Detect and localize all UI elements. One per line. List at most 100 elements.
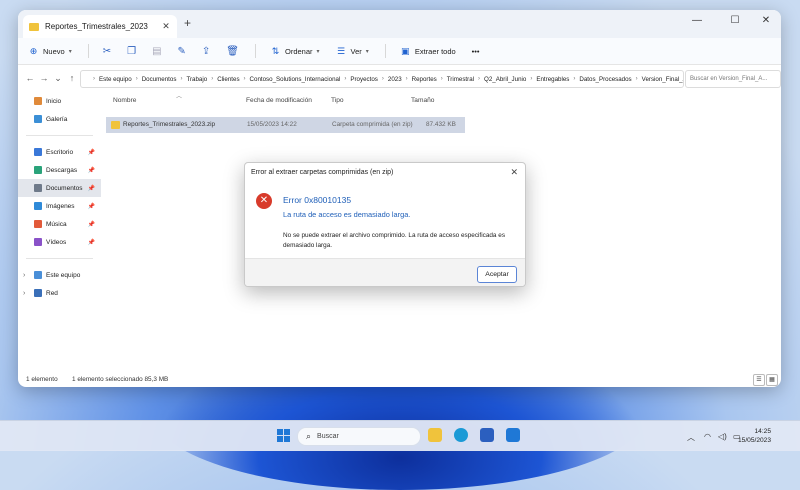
- sidebar-item-galeria[interactable]: Galería: [18, 110, 101, 128]
- breadcrumb-item[interactable]: 2023: [388, 76, 402, 83]
- explorer-tab[interactable]: Reportes_Trimestrales_2023 ✕: [23, 15, 177, 38]
- sidebar-item-imagenes[interactable]: Imágenes 📌: [18, 197, 101, 215]
- sidebar-item-videos[interactable]: Vídeos 📌: [18, 233, 101, 251]
- breadcrumb-separator-icon[interactable]: ›: [382, 76, 384, 82]
- breadcrumb-separator-icon[interactable]: ›: [211, 76, 213, 82]
- sidebar-item-musica[interactable]: Música 📌: [18, 215, 101, 233]
- back-arrow-icon[interactable]: ←: [24, 73, 36, 83]
- breadcrumb-item[interactable]: Proyectos: [350, 76, 378, 83]
- delete-icon[interactable]: 🗑: [226, 46, 239, 57]
- pin-icon: 📌: [87, 239, 95, 246]
- breadcrumb-separator-icon[interactable]: ›: [573, 76, 575, 82]
- forward-arrow-icon[interactable]: →: [38, 73, 50, 83]
- view-label: Ver: [350, 46, 362, 56]
- chevron-right-icon[interactable]: ›: [23, 272, 25, 279]
- clock[interactable]: 14:25 15/05/2023: [738, 427, 771, 445]
- taskbar-search[interactable]: ⌕ Buscar: [297, 427, 421, 446]
- maximize-button[interactable]: ☐: [720, 15, 750, 26]
- column-size[interactable]: Tamaño: [411, 97, 434, 104]
- taskbar: ⌕ Buscar ︿ ◠ ◁) ▭ 14:25 15/05/2023: [0, 420, 800, 451]
- column-name[interactable]: Nombre: [113, 97, 136, 104]
- breadcrumb-item[interactable]: Clientes: [217, 76, 239, 83]
- share-icon[interactable]: ⇪: [202, 46, 210, 57]
- tiles-view-icon[interactable]: ▦: [766, 374, 778, 386]
- cut-icon[interactable]: ✂: [103, 46, 111, 57]
- breadcrumb-item[interactable]: Entregables: [536, 76, 569, 83]
- file-name: Reportes_Trimestrales_2023.zip: [123, 121, 216, 128]
- breadcrumb-separator-icon[interactable]: ›: [180, 76, 182, 82]
- sidebar-divider: [26, 135, 93, 136]
- breadcrumb-separator-icon[interactable]: ›: [406, 76, 408, 82]
- breadcrumb-separator-icon[interactable]: ›: [93, 76, 95, 82]
- dialog-close-icon[interactable]: ✕: [510, 167, 518, 178]
- column-headers: Nombre ︿ Fecha de modificación Tipo Tama…: [106, 92, 766, 110]
- chevron-right-icon[interactable]: ›: [23, 290, 25, 297]
- edge-browser-icon[interactable]: [454, 428, 468, 442]
- recent-chevron-icon[interactable]: ⌄: [52, 73, 64, 84]
- clock-date: 15/05/2023: [738, 437, 772, 444]
- new-button[interactable]: ⊕ Nuevo ▾: [28, 46, 72, 57]
- sidebar-item-label: Este equipo: [46, 271, 81, 279]
- breadcrumb-separator-icon[interactable]: ›: [244, 76, 246, 82]
- pictures-icon: [34, 202, 42, 210]
- rename-icon[interactable]: ✎: [178, 46, 186, 57]
- accept-button[interactable]: Aceptar: [477, 266, 517, 283]
- sidebar-item-este-equipo[interactable]: › Este equipo: [18, 266, 101, 284]
- breadcrumb-item[interactable]: Trimestral: [447, 76, 474, 83]
- volume-icon[interactable]: ◁): [718, 432, 727, 441]
- file-explorer-taskbar-icon[interactable]: [428, 428, 442, 442]
- breadcrumb-item[interactable]: Este equipo: [99, 76, 132, 83]
- breadcrumb-separator-icon[interactable]: ›: [136, 76, 138, 82]
- minimize-button[interactable]: —: [682, 15, 712, 26]
- sort-icon: ⇅: [271, 45, 280, 56]
- wifi-icon[interactable]: ◠: [704, 432, 711, 441]
- more-options-button[interactable]: •••: [472, 47, 480, 56]
- breadcrumb-separator-icon[interactable]: ›: [478, 76, 480, 82]
- command-bar: ⊕ Nuevo ▾ ✂ ❐ ▤ ✎ ⇪ 🗑 ⇅ Ordenar ▾ ☰ Ver …: [18, 38, 781, 65]
- column-modified[interactable]: Fecha de modificación: [246, 97, 312, 104]
- chevron-up-icon[interactable]: ︿: [687, 432, 695, 443]
- breadcrumb-separator-icon[interactable]: ›: [636, 76, 638, 82]
- tab-close-icon[interactable]: ✕: [159, 21, 173, 32]
- file-size: 87.432 KB: [426, 121, 456, 128]
- extract-all-button[interactable]: ▣ Extraer todo: [400, 46, 456, 57]
- sidebar-item-documentos[interactable]: Documentos 📌: [18, 179, 101, 197]
- network-icon: [34, 289, 42, 297]
- details-view-icon[interactable]: ☰: [753, 374, 765, 386]
- up-arrow-icon[interactable]: ↑: [66, 73, 78, 83]
- column-type[interactable]: Tipo: [331, 97, 344, 104]
- sidebar-item-inicio[interactable]: Inicio: [18, 92, 101, 110]
- breadcrumb-item[interactable]: Q2_Abril_Junio: [484, 76, 526, 83]
- zip-folder-icon: [111, 121, 120, 129]
- address-bar[interactable]: › Este equipo › Documentos › Trabajo › Clientes…: [80, 70, 684, 88]
- start-button[interactable]: [277, 429, 290, 442]
- search-input[interactable]: Buscar en Version_Final_A...: [685, 70, 781, 88]
- breadcrumb-item[interactable]: Documentos: [142, 76, 177, 83]
- sidebar-item-label: Escritorio: [46, 148, 74, 156]
- view-button[interactable]: ☰ Ver ▾: [336, 46, 369, 57]
- copy-icon[interactable]: ❐: [127, 46, 136, 57]
- breadcrumb-item[interactable]: Datos_Procesados: [579, 76, 631, 83]
- breadcrumb-item[interactable]: Contoso_Solutions_Internacional: [250, 76, 341, 83]
- search-icon: ⌕: [306, 431, 312, 441]
- file-type: Carpeta comprimida (en zip): [332, 121, 413, 128]
- close-button[interactable]: ✕: [751, 15, 781, 26]
- error-code: Error 0x80010135: [283, 195, 352, 205]
- store-icon[interactable]: [480, 428, 494, 442]
- table-row[interactable]: Reportes_Trimestrales_2023.zip 15/05/202…: [106, 117, 465, 133]
- sidebar-item-descargas[interactable]: Descargas 📌: [18, 161, 101, 179]
- sort-button[interactable]: ⇅ Ordenar ▾: [270, 46, 320, 57]
- paste-icon[interactable]: ▤: [152, 46, 161, 57]
- breadcrumb-item[interactable]: Reportes: [412, 76, 437, 83]
- breadcrumb-item[interactable]: Version_Final_Aprobada: [642, 76, 683, 83]
- home-icon: [34, 97, 42, 105]
- breadcrumb-separator-icon[interactable]: ›: [344, 76, 346, 82]
- windows-app-icon[interactable]: [506, 428, 520, 442]
- breadcrumb-separator-icon[interactable]: ›: [530, 76, 532, 82]
- breadcrumb-item[interactable]: Trabajo: [186, 76, 207, 83]
- new-tab-button[interactable]: +: [184, 16, 191, 30]
- sidebar-item-escritorio[interactable]: Escritorio 📌: [18, 143, 101, 161]
- pin-icon: 📌: [87, 149, 95, 156]
- breadcrumb-separator-icon[interactable]: ›: [441, 76, 443, 82]
- sidebar-item-red[interactable]: › Red: [18, 284, 101, 302]
